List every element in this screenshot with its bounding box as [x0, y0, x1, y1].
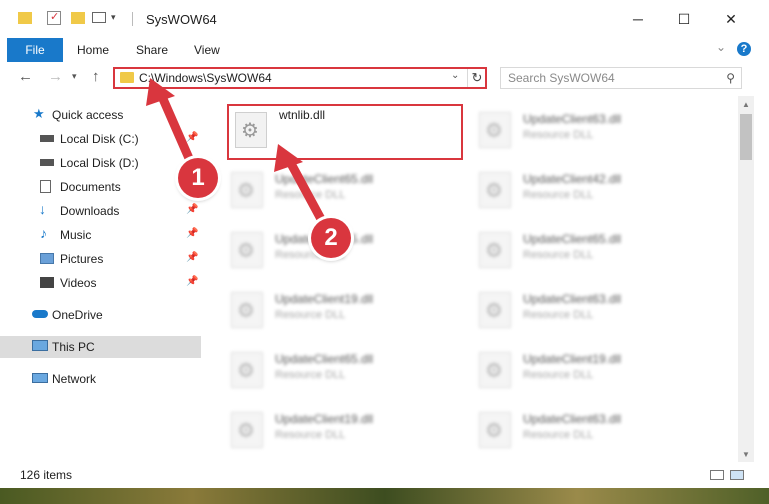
scroll-down-icon[interactable]: ▼	[742, 450, 750, 459]
dll-file-icon	[479, 292, 511, 328]
dll-file-icon	[231, 352, 263, 388]
tab-home[interactable]: Home	[77, 38, 109, 62]
file-item[interactable]: UpdateClient63.dll Resource DLL	[473, 404, 703, 458]
sidebar-item-music[interactable]: ♪ Music 📌	[0, 224, 201, 246]
sidebar-item-videos[interactable]: Videos 📌	[0, 272, 201, 294]
file-item[interactable]: UpdateClient63.dll Resource DLL	[473, 284, 703, 338]
tab-view[interactable]: View	[194, 38, 220, 62]
pin-icon[interactable]: 📌	[186, 228, 198, 239]
status-bar: 126 items	[0, 462, 769, 488]
pin-icon[interactable]: 📌	[186, 204, 198, 215]
file-item[interactable]: UpdateClient65.dll Resource DLL	[473, 224, 703, 278]
title-separator	[132, 12, 133, 26]
dll-file-icon	[231, 292, 263, 328]
videos-icon	[40, 277, 54, 288]
star-icon: ★	[33, 106, 45, 121]
file-item[interactable]: UpdateClient19.dll Resource DLL	[225, 284, 455, 338]
item-count: 126 items	[20, 468, 73, 482]
ribbon: File Home Share View ⌄ ?	[0, 38, 769, 63]
search-icon[interactable]: ⚲	[726, 71, 735, 85]
recent-locations-icon[interactable]: ▾	[72, 71, 77, 82]
documents-icon	[40, 180, 51, 193]
forward-arrow-icon[interactable]: →	[48, 68, 63, 85]
pictures-icon	[40, 253, 54, 264]
dll-file-icon	[479, 172, 511, 208]
chevron-down-icon[interactable]: ▾	[111, 12, 116, 23]
dll-file-icon	[231, 232, 263, 268]
navigation-pane: ★ Quick access Local Disk (C:) 📌 Local D…	[0, 98, 201, 462]
download-icon: ↓	[39, 201, 46, 217]
close-button[interactable]: ✕	[708, 0, 754, 38]
back-arrow-icon[interactable]: ←	[18, 68, 33, 85]
sidebar-item-network[interactable]: Network	[0, 368, 201, 390]
sidebar-item-quick-access[interactable]: ★ Quick access	[0, 104, 201, 126]
address-path[interactable]: C:\Windows\SysWOW64	[139, 71, 272, 85]
address-bar[interactable]: C:\Windows\SysWOW64 ⌄ ↻	[113, 67, 487, 89]
details-view-icon[interactable]	[710, 470, 724, 480]
vertical-scrollbar[interactable]: ▲ ▼	[738, 96, 754, 464]
file-item[interactable]: UpdateClient19.dll Resource DLL	[225, 404, 455, 458]
dll-file-icon	[231, 172, 263, 208]
customize-toolbar-icon[interactable]	[92, 12, 106, 23]
sidebar-item-documents[interactable]: Documents	[0, 176, 201, 198]
scroll-up-icon[interactable]: ▲	[742, 100, 750, 109]
sidebar-item-onedrive[interactable]: OneDrive	[0, 304, 201, 326]
search-input[interactable]: Search SysWOW64 ⚲	[500, 67, 742, 89]
network-icon	[32, 373, 48, 383]
address-dropdown-icon[interactable]: ⌄	[451, 70, 459, 81]
sidebar-item-local-disk-c[interactable]: Local Disk (C:) 📌	[0, 128, 201, 150]
music-icon: ♪	[40, 225, 47, 241]
pin-icon[interactable]: 📌	[186, 252, 198, 263]
dll-file-icon	[479, 412, 511, 448]
dll-file-icon	[479, 232, 511, 268]
drive-icon	[40, 135, 54, 142]
pin-icon[interactable]: 📌	[186, 132, 198, 143]
up-arrow-icon[interactable]: ↑	[92, 68, 100, 85]
maximize-button[interactable]: ☐	[661, 0, 707, 38]
large-icons-view-icon[interactable]	[730, 470, 744, 480]
file-explorer-window: ✓ ▾ SysWOW64 ─ ☐ ✕ File Home Share View …	[0, 0, 769, 488]
title-bar: ✓ ▾ SysWOW64 ─ ☐ ✕	[0, 0, 769, 38]
scrollbar-thumb[interactable]	[740, 114, 752, 160]
refresh-icon[interactable]: ↻	[467, 69, 486, 87]
sidebar-item-local-disk-d[interactable]: Local Disk (D:)	[0, 152, 201, 174]
pin-icon[interactable]: 📌	[186, 276, 198, 287]
sidebar-item-this-pc[interactable]: This PC	[0, 336, 201, 358]
window-title: SysWOW64	[146, 12, 217, 27]
cloud-icon	[32, 310, 48, 318]
dll-file-icon	[479, 352, 511, 388]
file-highlight-box	[227, 104, 463, 160]
file-item[interactable]: UpdateClient65.dll Resource DLL	[225, 344, 455, 398]
file-item[interactable]: UpdateClient19.dll Resource DLL	[473, 344, 703, 398]
file-item[interactable]: UpdateClient63.dll Resource DLL	[473, 104, 703, 158]
expand-ribbon-icon[interactable]: ⌄	[716, 40, 726, 54]
properties-icon[interactable]: ✓	[47, 11, 61, 25]
file-item[interactable]: UpdateClient42.dll Resource DLL	[473, 164, 703, 218]
dll-file-icon	[479, 112, 511, 148]
help-icon[interactable]: ?	[737, 42, 751, 56]
desktop-background	[0, 488, 769, 504]
computer-icon	[32, 340, 48, 351]
tab-share[interactable]: Share	[136, 38, 168, 62]
step-1-badge: 1	[178, 158, 218, 198]
minimize-button[interactable]: ─	[615, 0, 661, 38]
dll-file-icon	[231, 412, 263, 448]
search-placeholder: Search SysWOW64	[508, 71, 615, 85]
file-item[interactable]: UpdateClient65.dll Resource DLL	[225, 164, 455, 218]
drive-icon	[40, 159, 54, 166]
step-2-badge: 2	[311, 218, 351, 258]
sidebar-item-pictures[interactable]: Pictures 📌	[0, 248, 201, 270]
folder-icon	[120, 72, 134, 83]
tab-file[interactable]: File	[7, 38, 63, 62]
folder-icon	[18, 12, 32, 24]
sidebar-item-downloads[interactable]: ↓ Downloads 📌	[0, 200, 201, 222]
new-folder-icon[interactable]	[71, 12, 85, 24]
